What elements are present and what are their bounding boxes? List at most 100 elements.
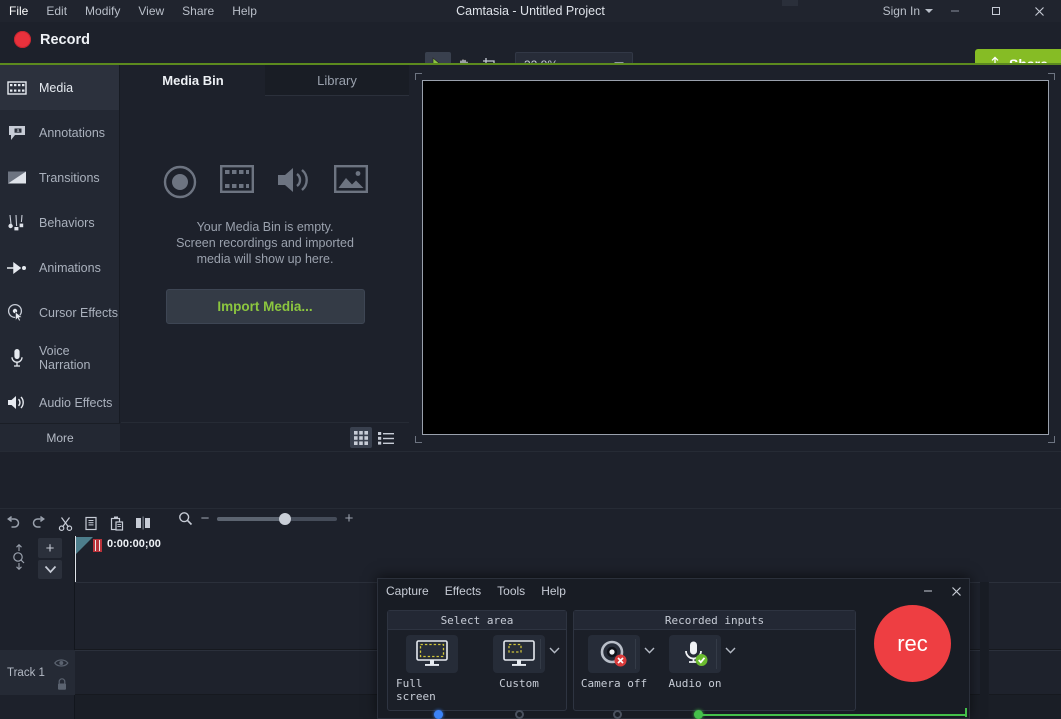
sidebar-item-voice-narration[interactable]: Voice Narration	[0, 335, 119, 380]
audio-dropdown-button[interactable]	[723, 647, 737, 654]
track-row-1[interactable]: Track 1	[0, 650, 75, 695]
add-track-button[interactable]: +	[38, 538, 62, 558]
transition-icon	[6, 167, 28, 189]
window-minimize-button[interactable]	[935, 0, 975, 22]
paste-icon	[110, 516, 124, 531]
zoom-fit-icon	[9, 544, 29, 570]
window-maximize-button[interactable]	[976, 0, 1016, 22]
undo-button[interactable]	[0, 510, 26, 536]
menu-edit[interactable]: Edit	[37, 0, 76, 22]
timeline-zoom-fill	[217, 517, 285, 521]
sidebar-item-behaviors[interactable]: Behaviors	[0, 200, 119, 245]
recorded-inputs-title: Recorded inputs	[574, 611, 855, 630]
paste-button[interactable]	[104, 510, 130, 536]
canvas-corner-handle[interactable]	[415, 73, 422, 80]
sidebar-item-cursor-effects[interactable]: Cursor Effects	[0, 290, 119, 335]
camera-divider	[635, 639, 636, 669]
sidebar-item-label: Transitions	[39, 171, 100, 185]
custom-area-dropdown-button[interactable]	[547, 647, 561, 654]
redo-button[interactable]	[26, 510, 52, 536]
recorder-minimize-button[interactable]	[915, 579, 941, 603]
camera-radio[interactable]	[613, 710, 622, 719]
video-preview-canvas[interactable]	[422, 80, 1049, 435]
camera-option[interactable]: Camera off	[578, 635, 650, 690]
canvas-corner-handle[interactable]	[415, 436, 422, 443]
media-bin-panel: Media Bin Library	[121, 65, 409, 451]
full-screen-option[interactable]: Full screen	[396, 635, 468, 703]
record-label: Record	[40, 32, 90, 48]
menu-share[interactable]: Share	[173, 0, 223, 22]
sidebar-item-audio-effects[interactable]: Audio Effects	[0, 380, 119, 425]
media-bin-footer	[121, 422, 409, 451]
custom-area-option[interactable]: Custom	[483, 635, 555, 690]
start-recording-button[interactable]: rec	[874, 605, 951, 682]
track-name-label: Track 1	[7, 667, 45, 679]
split-button[interactable]	[130, 510, 156, 536]
undo-icon	[5, 516, 21, 530]
camera-off-icon	[588, 635, 640, 673]
recorder-menu-help[interactable]: Help	[533, 579, 574, 603]
sidebar-more-label: More	[46, 431, 73, 445]
image-icon	[334, 165, 368, 193]
eye-icon[interactable]	[54, 655, 69, 673]
main-toolbar: Record 32.8%	[0, 22, 1061, 62]
timeline-zoom-handle[interactable]	[279, 513, 291, 525]
menu-file[interactable]: File	[0, 0, 37, 22]
tab-media-bin[interactable]: Media Bin	[121, 65, 265, 96]
playhead-timecode: 0:00:00;00	[107, 538, 161, 550]
timeline-zoom-in-button[interactable]: +	[343, 510, 355, 527]
grid-view-button[interactable]	[350, 427, 372, 448]
sidebar-item-annotations[interactable]: a Annotations	[0, 110, 119, 155]
sign-in-label: Sign In	[883, 0, 920, 22]
film-strip-icon	[220, 165, 254, 193]
track-toggles	[54, 655, 69, 696]
camera-label: Camera off	[581, 677, 647, 690]
recorder-menu-effects[interactable]: Effects	[437, 579, 489, 603]
zoom-to-fit-button[interactable]	[8, 542, 30, 572]
select-area-title: Select area	[388, 611, 566, 630]
recorder-menu-capture[interactable]: Capture	[378, 579, 437, 603]
sign-in-button[interactable]: Sign In	[883, 0, 933, 22]
custom-area-radio[interactable]	[515, 710, 524, 719]
sidebar-item-transitions[interactable]: Transitions	[0, 155, 119, 200]
rec-button-label: rec	[897, 631, 928, 657]
import-media-button[interactable]: Import Media...	[166, 289, 365, 324]
camtasia-recorder-window: Capture Effects Tools Help Select area	[377, 578, 970, 719]
lock-icon[interactable]	[56, 678, 68, 696]
menu-modify[interactable]: Modify	[76, 0, 129, 22]
media-placeholder-icons	[121, 165, 409, 199]
canvas-corner-handle[interactable]	[1048, 436, 1055, 443]
record-dot-icon	[14, 31, 31, 48]
svg-text:a: a	[17, 128, 20, 134]
sidebar-item-media[interactable]: Media	[0, 65, 119, 110]
edit-actions-group	[0, 510, 156, 536]
timeline-zoom-out-button[interactable]: −	[199, 510, 211, 527]
tab-library[interactable]: Library	[265, 65, 409, 96]
timeline-tracks-collapse-button[interactable]	[38, 560, 62, 579]
full-screen-radio[interactable]	[434, 710, 443, 719]
audio-option[interactable]: Audio on	[659, 635, 731, 690]
recorder-close-button[interactable]	[943, 579, 969, 603]
sidebar-item-label: Animations	[39, 261, 101, 275]
sidebar-item-label: Annotations	[39, 126, 105, 140]
menu-help[interactable]: Help	[223, 0, 266, 22]
preview-canvas-area[interactable]	[409, 65, 1061, 451]
cut-button[interactable]	[52, 510, 78, 536]
media-bin-empty-line-1: Your Media Bin is empty.	[121, 219, 409, 235]
list-view-button[interactable]	[375, 427, 397, 448]
copy-button[interactable]	[78, 510, 104, 536]
menu-view[interactable]: View	[129, 0, 173, 22]
canvas-corner-handle[interactable]	[1048, 73, 1055, 80]
recorder-menu-tools[interactable]: Tools	[489, 579, 533, 603]
view-mode-toggle	[350, 427, 397, 448]
custom-divider	[540, 639, 541, 669]
window-close-button[interactable]	[1019, 0, 1059, 22]
record-button[interactable]: Record	[8, 28, 96, 51]
timeline-zoom-slider[interactable]	[217, 517, 337, 521]
magnifier-icon[interactable]	[178, 511, 193, 526]
playhead-marker-icon	[93, 539, 102, 552]
sidebar-more-button[interactable]: More	[0, 423, 120, 451]
timeline-vertical-scrollbar[interactable]	[980, 582, 989, 719]
sidebar-item-animations[interactable]: Animations	[0, 245, 119, 290]
camera-dropdown-button[interactable]	[642, 647, 656, 654]
